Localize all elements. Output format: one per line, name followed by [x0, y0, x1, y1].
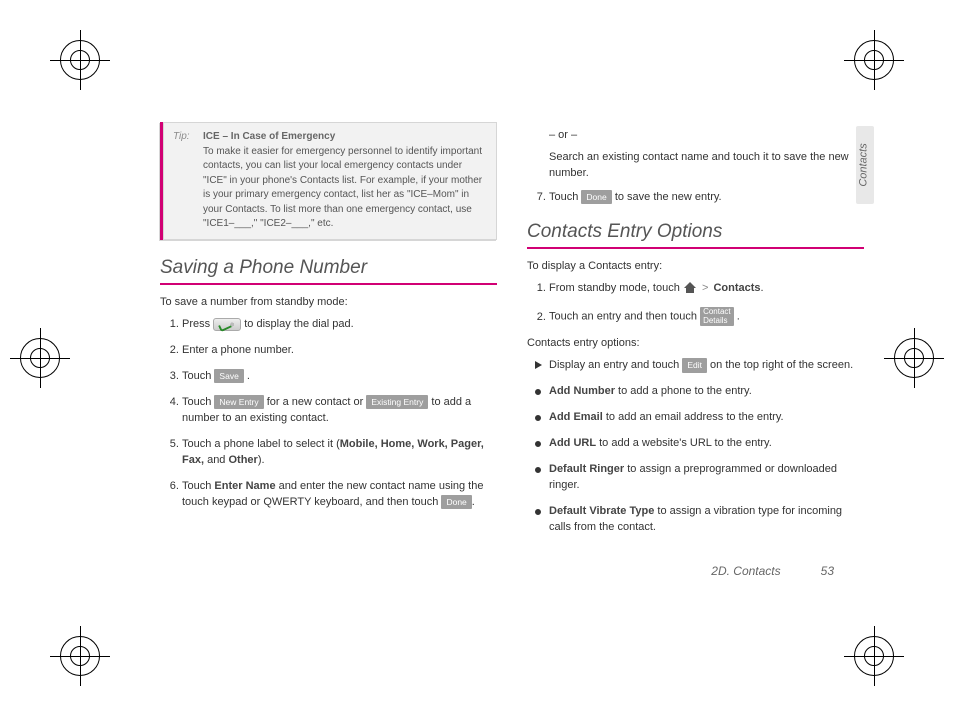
option-add-email: Add Email to add an email address to the…	[533, 410, 864, 426]
step-4: Touch New Entry for a new contact or Exi…	[182, 395, 497, 427]
crop-mark-icon	[50, 626, 110, 686]
done-button-chip: Done	[581, 190, 611, 205]
right-column: – or – Search an existing contact name a…	[527, 122, 864, 596]
step-3: Touch Save .	[182, 369, 497, 385]
step-6: Touch Enter Name and enter the new conta…	[182, 479, 497, 511]
call-key-icon	[213, 318, 241, 331]
tip-label: Tip:	[173, 130, 190, 145]
contacts-entry-options-list: Display an entry and touch Edit on the t…	[527, 358, 864, 536]
page-footer: 2D. Contacts 53	[711, 563, 834, 580]
triangle-bullet-icon	[535, 361, 542, 369]
save-number-steps-cont: Touch Done to save the new entry.	[527, 190, 864, 206]
page-content: Tip: ICE – In Case of Emergency To make …	[160, 122, 864, 596]
bullet-icon	[535, 389, 541, 395]
or-option-text: Search an existing contact name and touc…	[549, 150, 864, 182]
display-step-2: Touch an entry and then touch ContactDet…	[549, 307, 864, 326]
step-2: Enter a phone number.	[182, 343, 497, 359]
footer-page-number: 53	[821, 563, 834, 580]
step-5: Touch a phone label to select it (Mobile…	[182, 437, 497, 469]
existing-entry-button-chip: Existing Entry	[366, 395, 428, 410]
breadcrumb-separator: >	[700, 282, 710, 294]
crop-mark-icon	[844, 626, 904, 686]
footer-section: 2D. Contacts	[711, 563, 780, 580]
lead-text: To save a number from standby mode:	[160, 295, 497, 311]
crop-mark-icon	[50, 30, 110, 90]
step-7: Touch Done to save the new entry.	[549, 190, 864, 206]
option-default-vibrate: Default Vibrate Type to assign a vibrati…	[533, 504, 864, 536]
tip-callout: Tip: ICE – In Case of Emergency To make …	[160, 122, 497, 240]
crop-mark-icon	[884, 328, 944, 388]
save-button-chip: Save	[214, 369, 243, 384]
left-column: Tip: ICE – In Case of Emergency To make …	[160, 122, 497, 596]
option-default-ringer: Default Ringer to assign a preprogrammed…	[533, 462, 864, 494]
display-entry-lead: To display a Contacts entry:	[527, 259, 864, 275]
crop-mark-icon	[844, 30, 904, 90]
crop-mark-icon	[10, 328, 70, 388]
bullet-icon	[535, 467, 541, 473]
done-button-chip: Done	[441, 495, 471, 510]
bullet-icon	[535, 441, 541, 447]
contact-details-button-chip: ContactDetails	[700, 307, 734, 326]
option-add-number: Add Number to add a phone to the entry.	[533, 384, 864, 400]
home-icon	[683, 282, 697, 294]
display-entry-steps: From standby mode, touch > Contacts. Tou…	[527, 281, 864, 326]
option-edit: Display an entry and touch Edit on the t…	[533, 358, 864, 374]
options-lead: Contacts entry options:	[527, 336, 864, 352]
bullet-icon	[535, 509, 541, 515]
step-1: Press to display the dial pad.	[182, 317, 497, 333]
tip-title: ICE – In Case of Emergency	[203, 131, 335, 142]
or-separator: – or –	[549, 128, 864, 144]
option-add-url: Add URL to add a website's URL to the en…	[533, 436, 864, 452]
manual-page: Contacts Tip: ICE – In Case of Emergency…	[0, 0, 954, 716]
save-number-steps: Press to display the dial pad. Enter a p…	[160, 317, 497, 511]
tip-body: To make it easier for emergency personne…	[203, 146, 482, 230]
bullet-icon	[535, 415, 541, 421]
edit-button-chip: Edit	[682, 358, 707, 373]
display-step-1: From standby mode, touch > Contacts.	[549, 281, 864, 297]
new-entry-button-chip: New Entry	[214, 395, 263, 410]
heading-contacts-entry-options: Contacts Entry Options	[527, 218, 864, 250]
heading-saving-phone-number: Saving a Phone Number	[160, 254, 497, 286]
